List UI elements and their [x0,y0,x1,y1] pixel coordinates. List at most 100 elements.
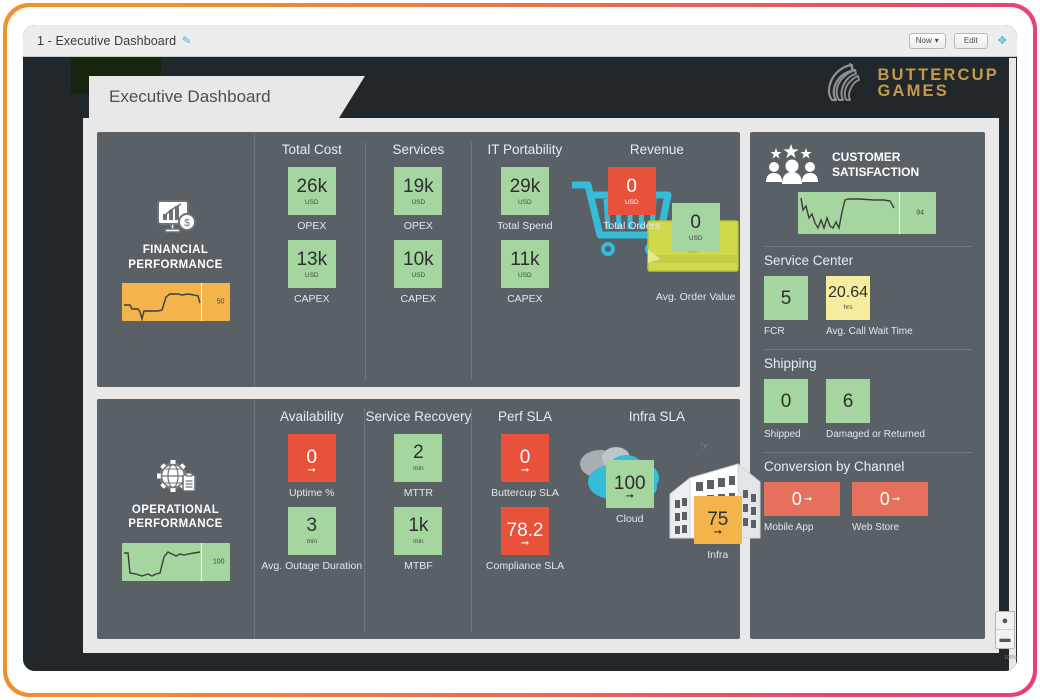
sparkline-divider [200,283,202,322]
metric-label: Avg. Outage Duration [261,559,363,572]
metric-tile-group[interactable]: 0 ➞ Mobile App [764,482,840,533]
zoom-out-button[interactable]: ▬ [996,630,1014,648]
pencil-icon[interactable]: ✎ [181,33,192,47]
metric-tile-group[interactable]: 3 min Avg. Outage Duration [261,506,363,572]
metric-tile-group[interactable]: 11k USD CAPEX [500,240,549,305]
metric-tile-group[interactable]: 20.64 hrs Avg. Call Wait Time [826,276,913,337]
cs-spark-value: 94 [916,209,924,217]
metric-tile[interactable]: 26k USD [287,167,336,215]
metric-column-revenue: Revenue 0 USD Total Orders 0 USD Avg. Or… [571,142,739,379]
avg-order-value-tile-group[interactable]: 0 USD Avg. Order Value [656,203,746,303]
metric-label: Cloud [616,512,644,525]
metric-tile[interactable]: 75 ➞ [693,495,742,544]
metric-tile[interactable]: 0 ➞ [287,433,336,482]
metric-tile[interactable]: 100 ➞ [605,459,654,508]
trend-down-icon: ➞ [520,537,530,549]
metric-value: 20.64 [827,284,869,301]
metric-tile[interactable]: 2 min [394,433,443,482]
metric-tile[interactable]: 0 ➞ [501,433,550,482]
metric-tile-group[interactable]: 0 ➞ Web Store [852,482,928,533]
metric-tile[interactable]: 0 ➞ [852,482,928,516]
metric-column-services: Services 19k USD OPEX 10k USD CAPEX [366,142,473,379]
metric-tile[interactable]: 0 ➞ [764,482,840,516]
metric-tile-group[interactable]: 5 FCR [764,276,808,337]
metric-tile[interactable]: 20.64 hrs [826,276,870,320]
conversion-tiles: 0 ➞ Mobile App 0 ➞ Web Store [764,482,971,533]
metric-unit: USD [688,234,703,242]
cloud-tile-group[interactable]: 100 ➞ Cloud [605,459,666,525]
metric-tile-group[interactable]: 10k USD CAPEX [394,240,443,305]
brand-logo: BUTTERCUP GAMES [822,62,999,104]
metric-tile-group[interactable]: 26k USD OPEX [287,167,336,232]
zoom-control[interactable]: ● ▬ [995,611,1015,649]
metric-label: Mobile App [764,522,814,533]
expand-icon[interactable]: ✥ [998,34,1007,47]
shipping-title: Shipping [764,356,817,371]
column-title: Revenue [629,142,684,157]
metric-value: 19k [403,175,434,197]
financial-category: $ FINANCIAL PERFORMANCE 50 [97,132,255,387]
metric-value: 10k [403,248,434,270]
edit-button[interactable]: Edit [953,32,988,49]
trend-down-icon: ➞ [625,490,634,502]
metric-tile-group[interactable]: 19k USD OPEX [394,167,443,232]
metric-tile-group[interactable]: 29k USD Total Spend [497,167,553,232]
edit-label: Edit [963,36,978,45]
device-frame: 1 - Executive Dashboard ✎ Now ▾ Edit ✥ E… [3,3,1037,697]
customer-satisfaction-sparkline: 94 [798,192,936,234]
metric-tile[interactable]: 29k USD [500,167,549,215]
metric-tile[interactable]: 5 [764,276,808,320]
metric-label: Web Store [852,522,900,533]
operational-title: OPERATIONAL PERFORMANCE [128,503,223,532]
infra-tile-group[interactable]: 75 ➞ Infra [693,495,754,561]
time-range-picker[interactable]: Now ▾ [908,32,946,49]
metric-label: CAPEX [400,293,437,305]
vertical-scrollbar[interactable] [1009,58,1016,671]
metric-tile[interactable]: 78.2 ➞ [501,506,550,555]
metric-value: 13k [296,248,328,270]
metric-tile-group[interactable]: 0 ➞ Uptime % [287,433,336,499]
metric-label: MTBF [404,559,433,572]
zoom-in-button[interactable]: ● [996,612,1014,630]
dashboard-body: $ FINANCIAL PERFORMANCE 50 Total Cost 26… [83,118,999,653]
metric-unit: USD [518,271,532,279]
financial-title-line1: FINANCIAL [142,244,209,257]
metric-tile[interactable]: 1k min [394,506,443,555]
total-orders-tile-group[interactable]: 0 USD Total Orders [603,167,672,232]
metric-label: Compliance SLA [485,559,565,572]
metric-tile-group[interactable]: 1k min MTBF [394,506,443,572]
metric-tile-group[interactable]: 0 Shipped [764,379,808,440]
metric-tile[interactable]: 3 min [287,506,336,555]
revenue-graphics: $ 0 USD Total Orders [571,167,739,379]
metric-tile[interactable]: 19k USD [394,167,443,215]
metric-tile-group[interactable]: 6 Damaged or Returned [826,379,925,440]
metric-tile-group[interactable]: 78.2 ➞ Compliance SLA [485,506,565,572]
metric-tile-group[interactable]: 13k USD CAPEX [287,240,336,305]
trend-down-icon: ➞ [803,493,813,505]
metric-tile[interactable]: 11k USD [500,240,549,288]
metric-tile[interactable]: 10k USD [394,240,443,288]
metric-unit: USD [411,198,426,206]
metric-tile-group[interactable]: 0 ➞ Buttercup SLA [491,433,559,499]
operational-sparkline: 100 [121,542,230,581]
metric-value: 0 [879,489,890,509]
metric-value: 1k [408,515,429,537]
customer-satisfaction-header: CUSTOMER SATISFACTION [764,144,971,186]
customer-satisfaction-title: CUSTOMER SATISFACTION [832,150,919,180]
metric-tile[interactable]: 0 [764,379,808,423]
metric-tile[interactable]: 0 USD [607,167,656,215]
time-range-label: Now [915,36,932,45]
cs-title-line1: CUSTOMER [832,150,901,164]
trend-down-icon: ➞ [307,464,316,476]
left-column: $ FINANCIAL PERFORMANCE 50 Total Cost 26… [97,132,761,639]
metric-label: Damaged or Returned [826,429,925,440]
metric-tile[interactable]: 0 USD [671,203,720,251]
zoom-level-label: 100% [1004,655,1017,661]
people-stars-icon [766,144,818,184]
sidebar-divider [764,349,971,350]
metric-tile-group[interactable]: 2 min MTTR [394,433,443,499]
metric-label: Buttercup SLA [491,486,559,499]
metric-tile[interactable]: 13k USD [287,240,336,288]
metric-tile[interactable]: 6 [826,379,870,423]
metric-unit: hrs [843,304,853,311]
